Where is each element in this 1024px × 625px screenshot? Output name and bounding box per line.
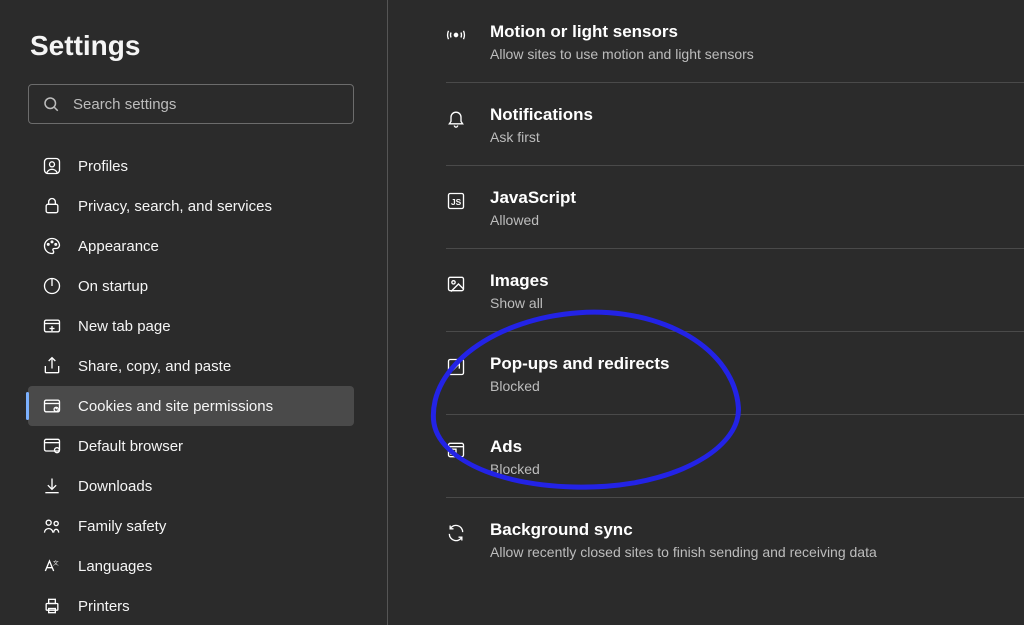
sidebar-item-label: Privacy, search, and services — [78, 198, 272, 215]
share-icon — [42, 356, 62, 376]
sidebar-item-label: Profiles — [78, 158, 128, 175]
permission-subtitle: Blocked — [490, 461, 540, 477]
permission-subtitle: Ask first — [490, 129, 593, 145]
download-icon — [42, 476, 62, 496]
permission-text: Background sync Allow recently closed si… — [490, 520, 877, 560]
permission-text: JavaScript Allowed — [490, 188, 576, 228]
sidebar-item-label: New tab page — [78, 318, 171, 335]
permission-title: Motion or light sensors — [490, 22, 754, 42]
family-icon — [42, 516, 62, 536]
bell-icon — [446, 108, 466, 128]
sidebar-item-languages[interactable]: 文 Languages — [28, 546, 354, 586]
sync-icon — [446, 523, 466, 543]
appearance-icon — [42, 236, 62, 256]
sidebar-nav: Profiles Privacy, search, and services — [28, 146, 370, 625]
ads-icon — [446, 440, 466, 460]
permission-text: Motion or light sensors Allow sites to u… — [490, 22, 754, 62]
permission-subtitle: Allowed — [490, 212, 576, 228]
sidebar-item-family[interactable]: Family safety — [28, 506, 354, 546]
sidebar-item-downloads[interactable]: Downloads — [28, 466, 354, 506]
tab-icon — [42, 316, 62, 336]
motion-icon — [446, 25, 466, 45]
languages-icon: 文 — [42, 556, 62, 576]
permission-text: Notifications Ask first — [490, 105, 593, 145]
sidebar-item-label: Default browser — [78, 438, 183, 455]
permission-text: Images Show all — [490, 271, 549, 311]
permission-background-sync[interactable]: Background sync Allow recently closed si… — [446, 498, 1024, 580]
printer-icon — [42, 596, 62, 616]
permission-ads[interactable]: Ads Blocked — [446, 415, 1024, 498]
permission-subtitle: Allow recently closed sites to finish se… — [490, 544, 877, 560]
permission-notifications[interactable]: Notifications Ask first — [446, 83, 1024, 166]
sidebar-item-label: Family safety — [78, 518, 166, 535]
svg-text:文: 文 — [53, 559, 59, 567]
permission-title: Ads — [490, 437, 540, 457]
sidebar-item-startup[interactable]: On startup — [28, 266, 354, 306]
sidebar-item-newtab[interactable]: New tab page — [28, 306, 354, 346]
sidebar-item-default-browser[interactable]: Default browser — [28, 426, 354, 466]
sidebar-item-label: Cookies and site permissions — [78, 398, 273, 415]
sidebar: Settings Profiles — [0, 0, 388, 625]
image-icon — [446, 274, 466, 294]
permission-subtitle: Show all — [490, 295, 549, 311]
permission-title: Images — [490, 271, 549, 291]
page-title: Settings — [30, 30, 370, 62]
sidebar-item-printers[interactable]: Printers — [28, 586, 354, 625]
sidebar-item-privacy[interactable]: Privacy, search, and services — [28, 186, 354, 226]
sidebar-item-label: Appearance — [78, 238, 159, 255]
permission-subtitle: Allow sites to use motion and light sens… — [490, 46, 754, 62]
permissions-list: Motion or light sensors Allow sites to u… — [446, 0, 1024, 580]
search-wrap — [28, 84, 370, 124]
sidebar-item-profiles[interactable]: Profiles — [28, 146, 354, 186]
cookies-icon — [42, 396, 62, 416]
sidebar-item-label: Share, copy, and paste — [78, 358, 231, 375]
svg-text:JS: JS — [451, 197, 462, 207]
permission-images[interactable]: Images Show all — [446, 249, 1024, 332]
permission-title: Background sync — [490, 520, 877, 540]
sidebar-item-label: Downloads — [78, 478, 152, 495]
js-icon: JS — [446, 191, 466, 211]
permission-text: Ads Blocked — [490, 437, 540, 477]
sidebar-item-share[interactable]: Share, copy, and paste — [28, 346, 354, 386]
permission-text: Pop-ups and redirects Blocked — [490, 354, 669, 394]
permission-popups[interactable]: Pop-ups and redirects Blocked — [446, 332, 1024, 415]
sidebar-item-cookies[interactable]: Cookies and site permissions — [28, 386, 354, 426]
sidebar-item-label: On startup — [78, 278, 148, 295]
sidebar-item-appearance[interactable]: Appearance — [28, 226, 354, 266]
permission-javascript[interactable]: JS JavaScript Allowed — [446, 166, 1024, 249]
permission-motion[interactable]: Motion or light sensors Allow sites to u… — [446, 0, 1024, 83]
search-input[interactable] — [28, 84, 354, 124]
permission-subtitle: Blocked — [490, 378, 669, 394]
permission-title: Pop-ups and redirects — [490, 354, 669, 374]
sidebar-item-label: Printers — [78, 598, 130, 615]
profile-icon — [42, 156, 62, 176]
settings-app: Settings Profiles — [0, 0, 1024, 625]
lock-icon — [42, 196, 62, 216]
power-icon — [42, 276, 62, 296]
permissions-pane: Motion or light sensors Allow sites to u… — [388, 0, 1024, 625]
browser-icon — [42, 436, 62, 456]
sidebar-item-label: Languages — [78, 558, 152, 575]
popup-icon — [446, 357, 466, 377]
permission-title: JavaScript — [490, 188, 576, 208]
permission-title: Notifications — [490, 105, 593, 125]
